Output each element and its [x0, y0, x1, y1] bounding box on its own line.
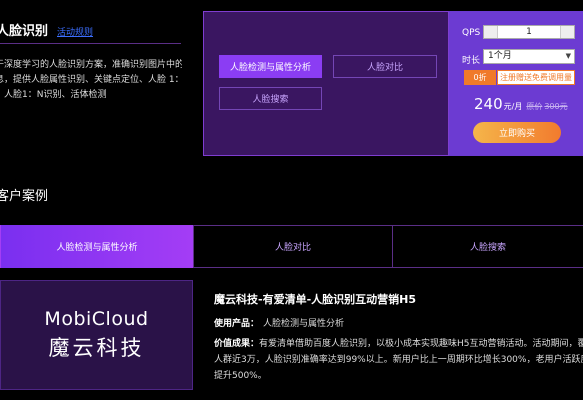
qps-value[interactable]: 1: [498, 27, 560, 37]
feature-face-compare-button[interactable]: 人脸对比: [333, 55, 437, 78]
product-description: 于深度学习的人脸识别方案，准确识别图片中的人脸 息，提供人脸属性识别、关键点定位…: [0, 58, 182, 103]
title-divider: [0, 43, 181, 44]
feature-face-search-button[interactable]: 人脸搜索: [219, 87, 322, 110]
discount-badge: 0折: [464, 70, 496, 85]
product-used-label: 使用产品：: [214, 319, 260, 329]
price-row: 240 元/月 原价 300元: [474, 95, 568, 113]
duration-select[interactable]: 1个月 ▼: [483, 49, 575, 64]
original-price-label: 原价: [526, 102, 543, 111]
qps-stepper[interactable]: 1: [483, 25, 575, 39]
logo-chinese-name: 魔云科技: [48, 336, 145, 360]
cases-section-title: 客户案例: [0, 189, 49, 204]
qps-increment-button[interactable]: [560, 26, 574, 38]
tab-face-detect[interactable]: 人脸检测与属性分析: [0, 225, 193, 268]
customer-logo: MobiCloud 魔云科技: [0, 280, 193, 390]
value-line: 人群近3万，人脸识别准确率达到99%以上。新用户比上一周期环比增长300%，老用…: [214, 355, 583, 365]
description-line: 于深度学习的人脸识别方案，准确识别图片中的人脸: [0, 60, 182, 70]
tab-face-search[interactable]: 人脸搜索: [392, 225, 583, 268]
duration-label: 时长: [462, 56, 481, 66]
case-product-line: 使用产品： 人脸检测与属性分析: [214, 316, 344, 329]
product-used-value: 人脸检测与属性分析: [263, 319, 345, 329]
duration-value: 1个月: [488, 51, 512, 61]
description-line: 息，提供人脸属性识别、关键点定位、人脸 1：1 比: [0, 75, 182, 85]
qps-decrement-button[interactable]: [484, 26, 498, 38]
case-value-text: 价值成果：有爱清单借助百度人脸识别，以极小成本实现趣味H5互动营销活动。活动期间…: [214, 336, 583, 384]
activity-rules-link[interactable]: 活动规则: [57, 25, 93, 38]
price-value: 240: [474, 95, 503, 113]
original-price: 300元: [544, 102, 568, 111]
description-line: ，人脸1：N识别、活体检测: [0, 90, 107, 100]
tab-face-compare[interactable]: 人脸对比: [193, 225, 392, 268]
purchase-panel: QPS 1 时长 1个月 ▼ 0折 注册赠送免费调用量 240 元/月 原价 3…: [449, 11, 583, 156]
product-title: 人脸识别: [0, 24, 49, 39]
feature-face-detect-button[interactable]: 人脸检测与属性分析: [219, 55, 322, 78]
logo-english-name: MobiCloud: [44, 308, 149, 330]
value-line: 提升500%。: [214, 371, 267, 381]
case-tabs: 人脸检测与属性分析 人脸对比 人脸搜索: [0, 225, 583, 268]
feature-selector-panel: 人脸检测与属性分析 人脸对比 人脸搜索: [203, 11, 449, 156]
free-quota-link[interactable]: 注册赠送免费调用量: [497, 70, 575, 85]
qps-label: QPS: [462, 28, 481, 38]
case-title: 魔云科技-有爱清单-人脸识别互动营销H5: [214, 293, 416, 306]
value-result-label: 价值成果：: [214, 339, 260, 349]
chevron-down-icon: ▼: [565, 52, 571, 60]
buy-now-button[interactable]: 立即购买: [473, 122, 561, 143]
price-unit: 元/月: [503, 102, 523, 111]
value-line: 有爱清单借助百度人脸识别，以极小成本实现趣味H5互动营销活动。活动期间，覆盖: [259, 339, 583, 349]
